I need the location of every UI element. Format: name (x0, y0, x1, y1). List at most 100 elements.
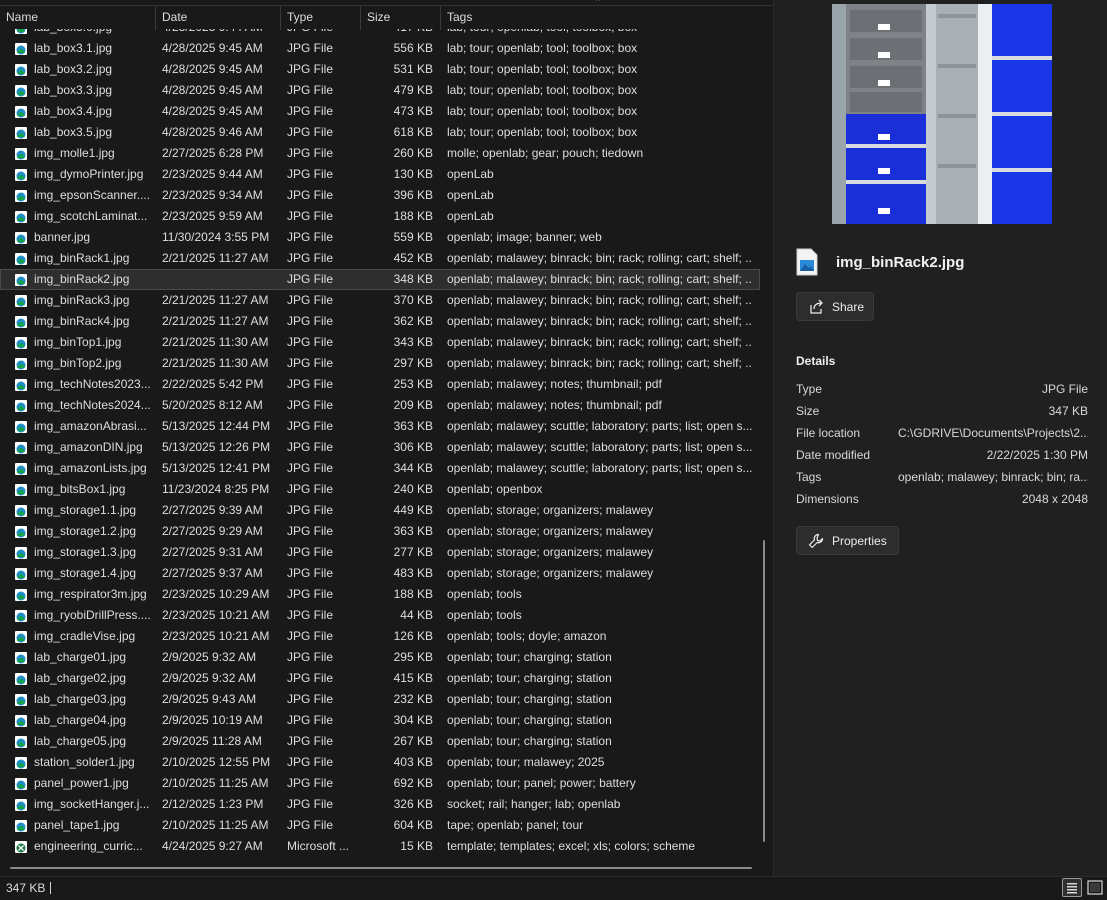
file-row[interactable]: img_dymoPrinter.jpg 2/23/2025 9:44 AM JPG … (0, 164, 760, 185)
file-row[interactable]: img_epsonScanner.... 2/23/2025 9:34 AM JPG… (0, 185, 760, 206)
file-row[interactable]: img_techNotes2024... 5/20/2025 8:12 AM JPG… (0, 395, 760, 416)
file-row[interactable]: lab_box3.3.jpg 4/28/2025 9:45 AM JPG File 4… (0, 80, 760, 101)
file-row[interactable]: lab_charge03.jpg 2/9/2025 9:43 AM JPG File… (0, 689, 760, 710)
file-row[interactable]: lab_box3.1.jpg 4/28/2025 9:45 AM JPG File 5… (0, 38, 760, 59)
file-size: 449 KB (393, 503, 433, 517)
file-date: 4/28/2025 9:46 AM (162, 125, 263, 139)
file-type: JPG File (287, 608, 334, 622)
column-header-name[interactable]: Name (0, 6, 156, 30)
file-row[interactable]: panel_power1.jpg 2/10/2025 11:25 AM JPG Fi… (0, 773, 760, 794)
file-name: img_amazonLists.jpg (34, 461, 147, 475)
file-row[interactable]: lab_charge04.jpg 2/9/2025 10:19 AM JPG Fil… (0, 710, 760, 731)
file-size: 531 KB (393, 62, 433, 76)
vertical-scrollbar[interactable] (763, 540, 765, 842)
file-row[interactable]: img_binRack1.jpg 2/21/2025 11:27 AM JPG Fi… (0, 248, 760, 269)
file-type: JPG File (287, 671, 334, 685)
file-size: 403 KB (393, 755, 433, 769)
file-size: 304 KB (393, 713, 433, 727)
file-row[interactable]: img_scotchLaminat... 2/23/2025 9:59 AM JPG… (0, 206, 760, 227)
file-name: lab_charge03.jpg (34, 692, 127, 706)
file-type: JPG File (287, 503, 334, 517)
file-row[interactable]: lab_box3.2.jpg 4/28/2025 9:45 AM JPG File 5… (0, 59, 760, 80)
file-row[interactable]: img_bitsBox1.jpg 11/23/2024 8:25 PM JPG Fi… (0, 479, 760, 500)
file-row[interactable]: img_ryobiDrillPress.... 2/23/2025 10:21 A… (0, 605, 760, 626)
file-tags: openlab; openbox (447, 482, 543, 496)
file-date: 5/13/2025 12:41 PM (162, 461, 271, 475)
column-header-date[interactable]: Date (156, 6, 281, 30)
file-row[interactable]: img_molle1.jpg 2/27/2025 6:28 PM JPG File 2… (0, 143, 760, 164)
column-header-type[interactable]: Type (281, 6, 361, 30)
file-size: 362 KB (393, 314, 433, 328)
excel-file-icon (14, 840, 28, 854)
file-date: 2/10/2025 12:55 PM (162, 755, 271, 769)
file-row[interactable]: station_solder1.jpg 2/10/2025 12:55 PM JPG… (0, 752, 760, 773)
image-file-icon (14, 588, 28, 602)
file-row[interactable]: img_binRack4.jpg 2/21/2025 11:27 AM JPG Fi… (0, 311, 760, 332)
file-name: station_solder1.jpg (34, 755, 135, 769)
file-date: 2/21/2025 11:27 AM (162, 293, 269, 307)
file-row[interactable]: img_socketHanger.j... 2/12/2025 1:23 PM JP… (0, 794, 760, 815)
image-file-icon (14, 84, 28, 98)
file-name: lab_charge02.jpg (34, 671, 127, 685)
file-size: 44 KB (400, 608, 433, 622)
file-name: img_storage1.3.jpg (34, 545, 137, 559)
file-row[interactable]: lab_box3.5.jpg 4/28/2025 9:46 AM JPG File 6… (0, 122, 760, 143)
file-row[interactable]: img_techNotes2023... 2/22/2025 5:42 PM JPG… (0, 374, 760, 395)
file-row[interactable]: img_respirator3m.jpg 2/23/2025 10:29 AM JP… (0, 584, 760, 605)
file-row[interactable]: lab_charge01.jpg 2/9/2025 9:32 AM JPG File… (0, 647, 760, 668)
file-row[interactable]: img_amazonAbrasi... 5/13/2025 12:44 PM JPG… (0, 416, 760, 437)
file-row[interactable]: img_amazonDIN.jpg 5/13/2025 12:26 PM JPG F… (0, 437, 760, 458)
file-row[interactable]: img_binTop2.jpg 2/21/2025 11:30 AM JPG Fil… (0, 353, 760, 374)
image-file-icon (14, 105, 28, 119)
share-button[interactable]: Share (796, 292, 874, 321)
detail-row-tags: Tags openlab; malawey; binrack; bin; ra.… (796, 466, 1088, 488)
horizontal-scrollbar[interactable] (10, 867, 752, 869)
file-tags: openlab; image; banner; web (447, 230, 602, 244)
file-row[interactable]: img_cradleVise.jpg 2/23/2025 10:21 AM JPG … (0, 626, 760, 647)
file-tags: lab; tour; openlab; tool; toolbox; box (447, 125, 638, 139)
column-header-size[interactable]: Size (361, 6, 441, 30)
image-file-icon (14, 630, 28, 644)
file-row[interactable]: panel_tape1.jpg 2/10/2025 11:25 AM JPG Fil… (0, 815, 760, 836)
file-row[interactable]: banner.jpg 11/30/2024 3:55 PM JPG File 559 … (0, 227, 760, 248)
file-row[interactable]: img_binRack2.jpg JPG File 348 KB openlab; m… (0, 269, 760, 290)
file-list-pane: ⌃ Name Date Type Size Tags lab_box3.0.jp… (0, 0, 773, 876)
file-name: img_binRack4.jpg (34, 314, 130, 328)
file-size: 267 KB (393, 734, 433, 748)
image-file-icon (14, 651, 28, 665)
file-date: 2/27/2025 9:29 AM (162, 524, 263, 538)
file-tags: socket; rail; hanger; lab; openlab (447, 797, 621, 811)
properties-button[interactable]: Properties (796, 526, 899, 555)
file-size: 344 KB (393, 461, 433, 475)
file-type: Microsoft ... (287, 839, 350, 853)
file-row[interactable]: lab_box3.0.jpg 4/28/2025 9:44 AM JPG File 4… (0, 29, 760, 38)
file-row[interactable]: img_storage1.3.jpg 2/27/2025 9:31 AM JPG F… (0, 542, 760, 563)
file-row[interactable]: lab_box3.4.jpg 4/28/2025 9:45 AM JPG File 4… (0, 101, 760, 122)
details-view-button[interactable] (1062, 878, 1082, 897)
file-row[interactable]: img_storage1.2.jpg 2/27/2025 9:29 AM JPG F… (0, 521, 760, 542)
file-name: img_cradleVise.jpg (34, 629, 136, 643)
file-type: JPG File (287, 272, 334, 286)
file-row[interactable]: engineering_curric... 4/24/2025 9:27 AM Mi… (0, 836, 760, 857)
column-header-tags[interactable]: Tags (441, 6, 773, 30)
file-row[interactable]: img_binTop1.jpg 2/21/2025 11:30 AM JPG Fil… (0, 332, 760, 353)
file-type: JPG File (287, 650, 334, 664)
file-row[interactable]: img_storage1.1.jpg 2/27/2025 9:39 AM JPG F… (0, 500, 760, 521)
image-file-icon (14, 420, 28, 434)
tiles-view-button[interactable] (1085, 878, 1105, 897)
detail-value: openlab; malawey; binrack; bin; ra... (898, 470, 1088, 484)
detail-key: Date modified (796, 448, 871, 462)
tiles-view-icon (1087, 880, 1103, 895)
file-type: JPG File (287, 482, 334, 496)
image-file-icon (14, 399, 28, 413)
file-row[interactable]: img_binRack3.jpg 2/21/2025 11:27 AM JPG Fi… (0, 290, 760, 311)
file-type: JPG File (287, 167, 334, 181)
file-tags: openlab; malawey; scuttle; laboratory; p… (447, 461, 752, 475)
file-row[interactable]: img_storage1.4.jpg 2/27/2025 9:37 AM JPG F… (0, 563, 760, 584)
file-size: 253 KB (393, 377, 433, 391)
file-type: JPG File (287, 314, 334, 328)
file-type: JPG File (287, 146, 334, 160)
file-row[interactable]: img_amazonLists.jpg 5/13/2025 12:41 PM JPG… (0, 458, 760, 479)
file-row[interactable]: lab_charge02.jpg 2/9/2025 9:32 AM JPG File… (0, 668, 760, 689)
file-row[interactable]: lab_charge05.jpg 2/9/2025 11:28 AM JPG Fil… (0, 731, 760, 752)
